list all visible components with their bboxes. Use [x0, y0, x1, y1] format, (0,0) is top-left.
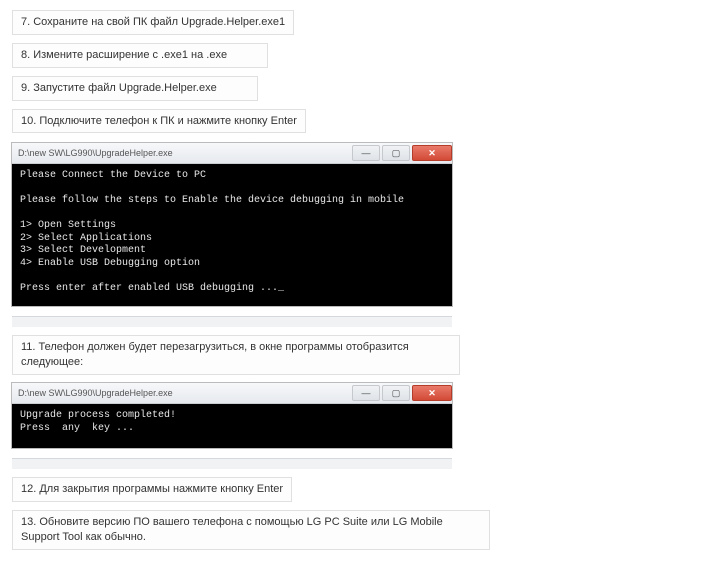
- window-buttons: — ▢ ✕: [352, 145, 452, 161]
- console-output: Please Connect the Device to PC Please f…: [12, 164, 452, 306]
- maximize-button[interactable]: ▢: [382, 385, 410, 401]
- minimize-button[interactable]: —: [352, 145, 380, 161]
- titlebar[interactable]: D:\new SW\LG990\UpgradeHelper.exe — ▢ ✕: [12, 383, 452, 404]
- window-title: D:\new SW\LG990\UpgradeHelper.exe: [18, 387, 173, 399]
- close-button[interactable]: ✕: [412, 145, 452, 161]
- step-9: 9. Запустите файл Upgrade.Helper.exe: [12, 76, 258, 101]
- minimize-button[interactable]: —: [352, 385, 380, 401]
- step-13: 13. Обновите версию ПО вашего телефона с…: [12, 510, 490, 550]
- step-12: 12. Для закрытия программы нажмите кнопк…: [12, 477, 292, 502]
- titlebar[interactable]: D:\new SW\LG990\UpgradeHelper.exe — ▢ ✕: [12, 143, 452, 164]
- step-7: 7. Сохраните на свой ПК файл Upgrade.Hel…: [12, 10, 294, 35]
- shadow-strip: [12, 316, 452, 327]
- shadow-strip: [12, 458, 452, 469]
- maximize-button[interactable]: ▢: [382, 145, 410, 161]
- step-10: 10. Подключите телефон к ПК и нажмите кн…: [12, 109, 306, 134]
- console-window-1: D:\new SW\LG990\UpgradeHelper.exe — ▢ ✕ …: [12, 143, 452, 306]
- console-output: Upgrade process completed! Press any key…: [12, 404, 452, 448]
- step-11: 11. Телефон должен будет перезагрузиться…: [12, 335, 460, 375]
- console-window-2: D:\new SW\LG990\UpgradeHelper.exe — ▢ ✕ …: [12, 383, 452, 448]
- window-buttons: — ▢ ✕: [352, 385, 452, 401]
- window-title: D:\new SW\LG990\UpgradeHelper.exe: [18, 147, 173, 159]
- step-8: 8. Измените расширение с .exe1 на .exe: [12, 43, 268, 68]
- close-button[interactable]: ✕: [412, 385, 452, 401]
